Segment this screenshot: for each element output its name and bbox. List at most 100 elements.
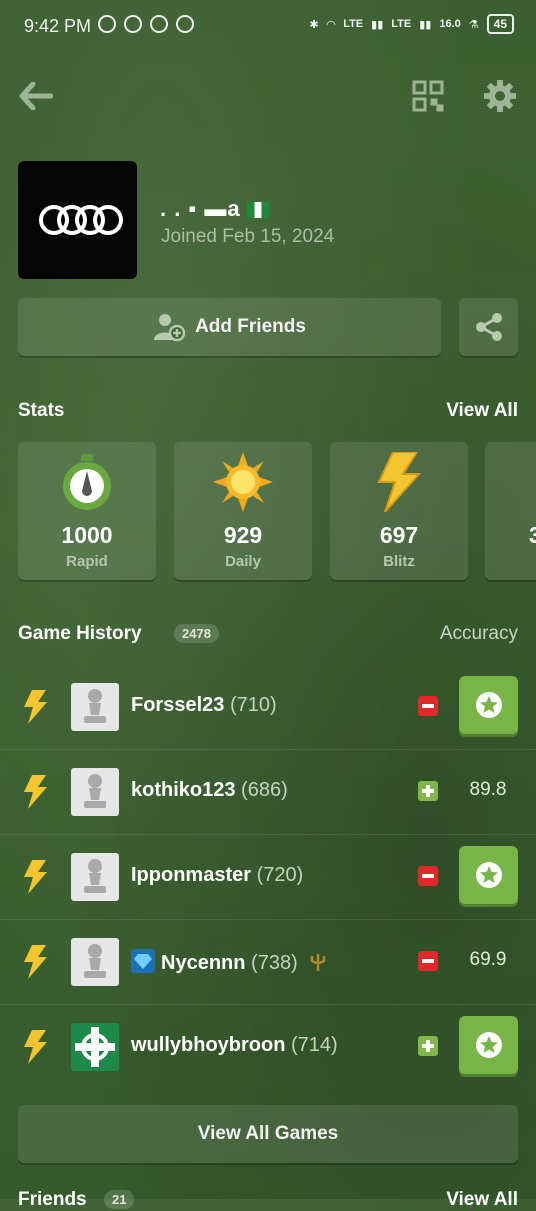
opponent-username: Ipponmaster (131, 864, 252, 886)
celtic-cross-icon (75, 1027, 115, 1067)
trident-icon (311, 954, 326, 971)
game-row[interactable]: wullybhoybroon (714) (0, 1004, 536, 1089)
bluetooth-icon: ✱ (309, 18, 319, 31)
add-user-icon (154, 314, 186, 342)
opponent-rating: (710) (229, 694, 277, 716)
status-time: 9:42 PM (24, 16, 92, 36)
stat-label-blitz: Blitz (383, 553, 415, 570)
gear-icon[interactable] (480, 76, 520, 116)
star-circle-icon (475, 1032, 502, 1058)
network-label-2: LTE (391, 18, 412, 30)
add-friends-button[interactable]: Add Friends (18, 298, 441, 356)
accuracy-value: 69.9 (469, 949, 507, 970)
network-speed: 16.0 (439, 18, 461, 30)
lightning-icon (330, 452, 468, 512)
player-name[interactable]: Nycennn (738) (131, 949, 327, 975)
status-bar: 9:42 PM ✱ ◠ LTE ▮▮ LTE ▮▮ 16.0 ⚗ 45 (0, 0, 536, 52)
username: . . ▪ ▬a (160, 196, 269, 222)
country-flag-icon (246, 202, 269, 219)
opponent-rating: (720) (256, 864, 304, 886)
diamond-member-icon (131, 949, 155, 973)
stat-label-rapid: Rapid (66, 553, 108, 570)
accuracy-value: 89.8 (469, 779, 507, 800)
stat-card-daily[interactable]: 929 Daily (174, 442, 312, 580)
network-label: LTE (343, 18, 364, 30)
blitz-icon (24, 775, 47, 809)
wifi-icon: ◠ (326, 18, 336, 31)
pawn-icon (84, 859, 106, 893)
opponent-username: wullybhoybroon (131, 1034, 286, 1056)
stat-card-partial[interactable]: 3 (485, 442, 536, 580)
opponent-username: Nycennn (161, 952, 246, 974)
loss-icon (418, 951, 438, 971)
share-icon (475, 313, 502, 341)
blitz-icon (24, 860, 47, 894)
game-count-badge: 2478 (174, 624, 219, 643)
accuracy-header: Accuracy (439, 623, 518, 644)
facebook-icon (150, 15, 168, 33)
game-history-title: Game History (18, 623, 142, 644)
blitz-icon (24, 1030, 47, 1064)
joined-date: Joined Feb 15, 2024 (161, 226, 335, 247)
game-review-button[interactable] (459, 846, 518, 904)
avatar[interactable] (18, 161, 137, 279)
game-review-button[interactable] (459, 1016, 518, 1074)
add-friends-label: Add Friends (195, 316, 306, 337)
opponent-username: kothiko123 (131, 779, 236, 801)
player-avatar[interactable] (71, 853, 119, 901)
app-icon (124, 15, 142, 33)
stat-value-daily: 929 (223, 522, 263, 548)
opponent-rating: (714) (291, 1034, 338, 1056)
star-circle-icon (475, 862, 502, 888)
game-review-button[interactable] (459, 676, 518, 734)
friends-count-badge: 21 (104, 1190, 135, 1209)
stats-title: Stats (18, 400, 65, 421)
opponent-username: Forssel23 (131, 694, 225, 716)
player-avatar[interactable] (71, 768, 119, 816)
blitz-icon (24, 690, 47, 724)
activity-icon (176, 15, 194, 33)
back-arrow-icon[interactable] (16, 76, 56, 116)
player-name[interactable]: wullybhoybroon (714) (131, 1034, 338, 1057)
player-avatar[interactable] (71, 938, 119, 986)
sun-icon (174, 452, 312, 512)
stats-view-all-link[interactable]: View All (446, 400, 518, 422)
whatsapp-icon (98, 15, 116, 33)
qr-code-icon[interactable] (408, 76, 448, 116)
friends-view-all-link[interactable]: View All (446, 1189, 518, 1211)
player-name[interactable]: Forssel23 (710) (131, 694, 277, 717)
pawn-icon (84, 689, 106, 723)
player-name[interactable]: Ipponmaster (720) (131, 864, 303, 887)
loss-icon (418, 696, 438, 716)
player-avatar[interactable] (71, 683, 119, 731)
opponent-rating: (738) (251, 952, 298, 974)
friends-title: Friends (18, 1189, 87, 1210)
signal-icon: ▮▮ (371, 18, 384, 31)
game-row[interactable]: Nycennn (738) 69.9 (0, 919, 536, 1005)
pawn-icon (84, 774, 106, 808)
system-indicators: ✱ ◠ LTE ▮▮ LTE ▮▮ 16.0 ⚗ 45 (309, 14, 514, 34)
battery-indicator: 45 (486, 14, 514, 34)
player-avatar[interactable] (71, 1023, 119, 1071)
flask-icon: ⚗ (468, 18, 479, 31)
opponent-rating: (686) (241, 779, 288, 801)
win-icon (418, 1036, 438, 1056)
stat-value-rapid: 1000 (61, 522, 113, 548)
game-row[interactable]: Forssel23 (710) (0, 664, 536, 750)
stat-card-blitz[interactable]: 697 Blitz (330, 442, 468, 580)
game-row[interactable]: Ipponmaster (720) (0, 834, 536, 920)
stat-value-partial: 3 (529, 522, 536, 548)
view-all-games-button[interactable]: View All Games (18, 1105, 518, 1163)
pawn-icon (84, 944, 106, 978)
username-text: . . ▪ ▬a (160, 196, 241, 221)
game-row[interactable]: kothiko123 (686) 89.8 (0, 749, 536, 835)
stat-label-daily: Daily (225, 553, 261, 570)
notification-icons (98, 15, 194, 33)
stat-value-blitz: 697 (379, 522, 419, 548)
blitz-icon (24, 945, 47, 979)
player-name[interactable]: kothiko123 (686) (131, 779, 288, 802)
stat-card-rapid[interactable]: 1000 Rapid (18, 442, 156, 580)
win-icon (418, 781, 438, 801)
stopwatch-icon (18, 452, 156, 512)
share-button[interactable] (459, 298, 518, 356)
